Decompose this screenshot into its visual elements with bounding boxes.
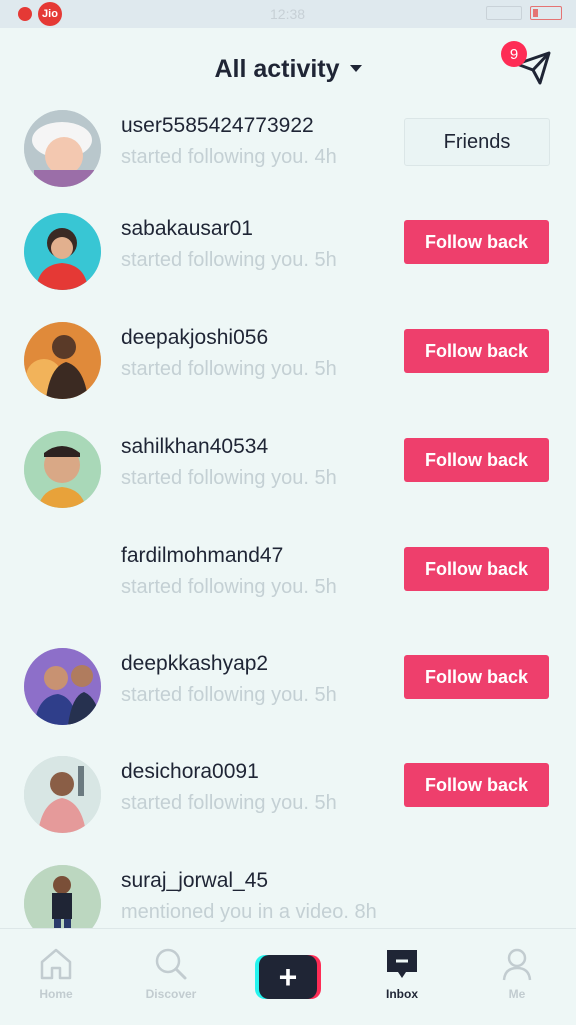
header: All activity 9 bbox=[0, 28, 576, 110]
activity-text: started following you. 5h bbox=[121, 792, 337, 814]
activity-row[interactable]: sahilkhan40534 started following you. 5h… bbox=[0, 431, 576, 540]
status-right bbox=[486, 6, 562, 20]
username[interactable]: deepakjoshi056 bbox=[121, 326, 268, 350]
username[interactable]: fardilmohmand47 bbox=[121, 544, 283, 568]
follow-back-button[interactable]: Follow back bbox=[404, 329, 549, 373]
notification-badge: 9 bbox=[501, 41, 527, 67]
status-bar: Jio 12:38 bbox=[0, 0, 576, 28]
activity-text: started following you. 5h bbox=[121, 358, 337, 380]
battery-icon bbox=[530, 6, 562, 20]
activity-text: started following you. 5h bbox=[121, 576, 337, 598]
network-speed-icon bbox=[486, 6, 522, 20]
follow-back-button[interactable]: Follow back bbox=[404, 655, 549, 699]
username[interactable]: user5585424773922 bbox=[121, 114, 314, 138]
nav-inbox[interactable]: Inbox bbox=[362, 947, 442, 1001]
bottom-nav: Home Discover + Inbox Me bbox=[0, 928, 576, 1025]
activity-row[interactable]: deepakjoshi056 started following you. 5h… bbox=[0, 322, 576, 431]
activity-text: started following you. 5h bbox=[121, 249, 337, 271]
nav-home[interactable]: Home bbox=[16, 947, 96, 1001]
nav-me-label: Me bbox=[508, 987, 526, 1001]
activity-row[interactable]: fardilmohmand47 started following you. 5… bbox=[0, 540, 576, 649]
activity-text: started following you. 4h bbox=[121, 146, 337, 168]
username[interactable]: desichora0091 bbox=[121, 760, 259, 784]
follow-back-button[interactable]: Follow back bbox=[404, 547, 549, 591]
activity-filter-dropdown[interactable]: All activity bbox=[0, 55, 576, 84]
activity-row[interactable]: user5585424773922 started following you.… bbox=[0, 110, 576, 219]
search-icon bbox=[155, 948, 187, 980]
profile-icon bbox=[502, 948, 532, 981]
plus-icon: + bbox=[259, 955, 317, 999]
username[interactable]: suraj_jorwal_45 bbox=[121, 869, 268, 893]
avatar[interactable] bbox=[24, 540, 101, 617]
nav-inbox-label: Inbox bbox=[386, 987, 418, 1001]
activity-row[interactable]: deepkkashyap2 started following you. 5h … bbox=[0, 648, 576, 757]
activity-row[interactable]: suraj_jorwal_45 mentioned you in a video… bbox=[0, 865, 576, 928]
page-title: All activity bbox=[214, 55, 340, 83]
follow-back-button[interactable]: Follow back bbox=[404, 438, 549, 482]
inbox-icon bbox=[387, 950, 417, 978]
activity-row[interactable]: desichora0091 started following you. 5h … bbox=[0, 756, 576, 865]
nav-home-label: Home bbox=[39, 987, 73, 1001]
create-button[interactable]: + bbox=[255, 955, 321, 999]
friends-button[interactable]: Friends bbox=[404, 118, 550, 166]
avatar[interactable] bbox=[24, 322, 101, 399]
avatar[interactable] bbox=[24, 110, 101, 187]
follow-back-button[interactable]: Follow back bbox=[404, 220, 549, 264]
jio-icon: Jio bbox=[38, 2, 62, 26]
status-left: Jio bbox=[18, 2, 62, 26]
follow-back-button[interactable]: Follow back bbox=[404, 763, 549, 807]
username[interactable]: sabakausar01 bbox=[121, 217, 253, 241]
avatar[interactable] bbox=[24, 756, 101, 833]
home-icon bbox=[40, 948, 72, 980]
username[interactable]: deepkkashyap2 bbox=[121, 652, 268, 676]
avatar[interactable] bbox=[24, 431, 101, 508]
caret-down-icon bbox=[349, 64, 362, 72]
nav-me[interactable]: Me bbox=[477, 947, 557, 1001]
vodafone-icon bbox=[18, 7, 32, 21]
avatar[interactable] bbox=[24, 865, 101, 928]
username[interactable]: sahilkhan40534 bbox=[121, 435, 268, 459]
nav-discover[interactable]: Discover bbox=[131, 947, 211, 1001]
avatar[interactable] bbox=[24, 648, 101, 725]
avatar[interactable] bbox=[24, 213, 101, 290]
activity-row[interactable]: sabakausar01 started following you. 5h F… bbox=[0, 213, 576, 322]
activity-list: user5585424773922 started following you.… bbox=[0, 110, 576, 928]
status-time: 12:38 bbox=[270, 6, 306, 22]
activity-text: started following you. 5h bbox=[121, 684, 337, 706]
nav-discover-label: Discover bbox=[145, 987, 197, 1001]
activity-text: mentioned you in a video. 8h bbox=[121, 901, 377, 923]
activity-text: started following you. 5h bbox=[121, 467, 337, 489]
